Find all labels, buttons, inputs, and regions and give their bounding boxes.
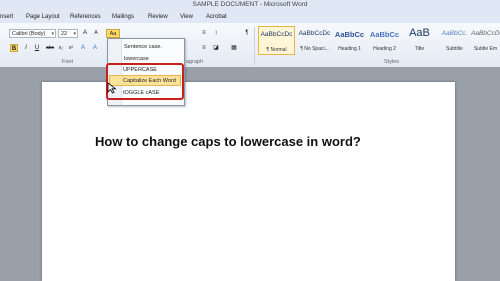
style-sample: AaBbCcDc bbox=[260, 31, 293, 38]
text-effects-icon[interactable]: A bbox=[79, 44, 87, 52]
style-sample: AaB bbox=[409, 27, 430, 39]
menu-item-lowercase[interactable]: lowercase bbox=[124, 56, 149, 62]
italic-button[interactable]: I bbox=[22, 44, 30, 52]
shading-icon[interactable]: ◪ bbox=[212, 44, 220, 52]
font-size-value: 22 bbox=[61, 31, 68, 37]
style-name: Heading 1 bbox=[338, 46, 361, 52]
tab-insert[interactable]: nsert bbox=[0, 14, 13, 20]
paragraph-group-label: agraph bbox=[186, 59, 204, 65]
style-sample: AaBbCc. bbox=[441, 30, 468, 37]
style-name: Heading 2 bbox=[373, 46, 396, 52]
style-name: Title bbox=[414, 46, 425, 52]
tab-mailings[interactable]: Mailings bbox=[112, 14, 134, 20]
sort-icon[interactable]: ↕ bbox=[212, 29, 220, 37]
style-sample: AaBbCc bbox=[334, 30, 365, 39]
underline-button[interactable]: U bbox=[33, 44, 41, 52]
style-normal[interactable]: AaBbCcDc ¶ Normal bbox=[258, 26, 295, 55]
superscript-icon[interactable]: x² bbox=[67, 44, 75, 52]
bold-button[interactable]: B bbox=[10, 44, 18, 52]
ribbon: Calibri (Body) ▾ 22 ▾ A A Aa B I U abc x… bbox=[0, 23, 500, 68]
annotation-highlight-box bbox=[106, 63, 184, 100]
style-sample: AaBbCc bbox=[369, 30, 400, 39]
styles-group-label: Styles bbox=[384, 59, 399, 65]
font-size-box[interactable]: 22 ▾ bbox=[58, 29, 78, 38]
paragraph-align-icon[interactable]: ≡ bbox=[200, 29, 208, 37]
style-name: Subtitle bbox=[446, 46, 463, 52]
text-effects-icon[interactable]: A bbox=[91, 44, 99, 52]
font-group-label: Font bbox=[62, 59, 74, 65]
change-case-button[interactable]: Aa bbox=[106, 29, 120, 38]
style-subtitle[interactable]: AaBbCc. Subtitle bbox=[436, 26, 473, 55]
style-no-spacing[interactable]: AaBbCcDc ¶ No Spaci... bbox=[296, 26, 333, 55]
justify-icon[interactable]: ≡ bbox=[200, 44, 208, 52]
title-bar: SAMPLE DOCUMENT - Microsoft Word bbox=[0, 0, 500, 12]
mouse-pointer-icon bbox=[107, 82, 117, 94]
group-divider bbox=[254, 27, 255, 65]
style-subtle-emphasis[interactable]: AaBbCcDc Subtle Em bbox=[471, 26, 500, 55]
grow-font-icon[interactable]: A bbox=[81, 29, 89, 37]
borders-icon[interactable]: ▦ bbox=[230, 44, 238, 52]
font-name-box[interactable]: Calibri (Body) ▾ bbox=[9, 29, 56, 38]
style-sample: AaBbCcDc bbox=[298, 30, 331, 37]
chevron-down-icon: ▾ bbox=[73, 31, 76, 37]
pilcrow-icon[interactable]: ¶ bbox=[243, 29, 251, 37]
tab-references[interactable]: References bbox=[70, 14, 101, 20]
tab-page-layout[interactable]: Page Layout bbox=[26, 14, 60, 20]
ribbon-tabs: nsert Page Layout References Mailings Re… bbox=[0, 12, 500, 23]
shrink-font-icon[interactable]: A bbox=[92, 29, 100, 37]
style-title[interactable]: AaB Title bbox=[401, 26, 438, 55]
menu-item-sentence-case[interactable]: Sentence case. bbox=[124, 44, 162, 50]
style-name: ¶ Normal bbox=[266, 47, 287, 53]
chevron-down-icon: ▾ bbox=[51, 31, 54, 37]
tab-review[interactable]: Review bbox=[148, 14, 168, 20]
style-name: Subtle Em bbox=[473, 46, 498, 52]
window-title: SAMPLE DOCUMENT - Microsoft Word bbox=[192, 1, 308, 8]
style-sample: AaBbCcDc bbox=[471, 30, 500, 37]
document-page[interactable] bbox=[42, 82, 455, 281]
strikethrough-icon[interactable]: abc bbox=[46, 44, 54, 52]
style-name: ¶ No Spaci... bbox=[300, 46, 329, 52]
tab-view[interactable]: View bbox=[180, 14, 193, 20]
style-heading-1[interactable]: AaBbCc Heading 1 bbox=[331, 26, 368, 55]
tab-acrobat[interactable]: Acrobat bbox=[206, 14, 227, 20]
subscript-icon[interactable]: x₂ bbox=[57, 44, 65, 52]
style-heading-2[interactable]: AaBbCc Heading 2 bbox=[366, 26, 403, 55]
document-heading[interactable]: How to change caps to lowercase in word? bbox=[95, 134, 361, 149]
font-name-value: Calibri (Body) bbox=[12, 31, 46, 37]
